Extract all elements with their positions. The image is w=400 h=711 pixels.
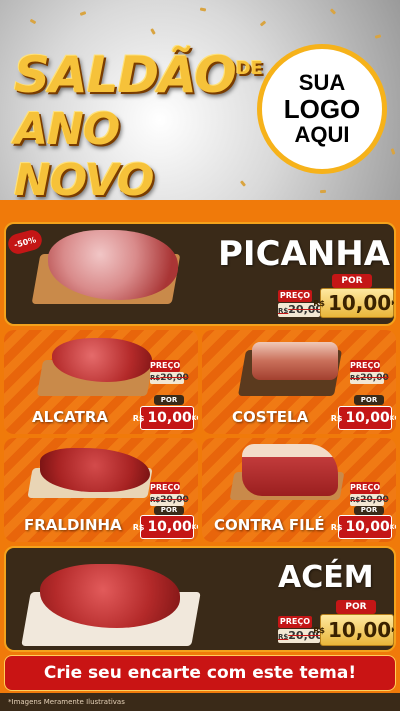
por-label: POR bbox=[332, 274, 372, 288]
product-name: ALCATRA bbox=[32, 408, 109, 426]
confetti-piece bbox=[79, 11, 87, 16]
logo-text-2: LOGO bbox=[283, 93, 361, 124]
product-card-acem: ACÉM PREÇO R$20,00 POR R$10,00KG bbox=[4, 546, 396, 652]
product-name: PICANHA bbox=[218, 234, 391, 274]
confetti-piece bbox=[329, 8, 337, 15]
logo-text-3: AQUI bbox=[294, 122, 350, 148]
confetti-piece bbox=[319, 189, 327, 194]
footer-note: *Imagens Meramente Ilustrativas bbox=[0, 693, 400, 711]
product-card-fraldinha: FRALDINHA PREÇO R$20,00 POR R$10,00KG bbox=[4, 438, 198, 542]
logo-text-1: SUA bbox=[298, 70, 346, 96]
por-label: POR bbox=[154, 506, 184, 515]
preco-label: PREÇO bbox=[350, 482, 381, 494]
confetti-piece bbox=[374, 34, 382, 39]
title-line-1: SALDÃO bbox=[14, 46, 237, 104]
contra-file-image bbox=[242, 444, 338, 496]
new-price: R$10,00KG bbox=[133, 406, 198, 430]
product-name: FRALDINHA bbox=[24, 516, 122, 534]
promo-title: SALDÃODE ANO NOVO bbox=[14, 46, 263, 200]
product-name: COSTELA bbox=[232, 408, 309, 426]
old-price: R$20,00 bbox=[150, 494, 189, 506]
preco-label: PREÇO bbox=[150, 360, 181, 372]
costela-image bbox=[252, 342, 338, 380]
preco-label: PREÇO bbox=[150, 482, 181, 494]
preco-label: PREÇO bbox=[278, 616, 312, 628]
old-price: R$20,00 bbox=[350, 494, 389, 506]
title-line-2: ANO NOVO bbox=[14, 104, 154, 200]
por-label: POR bbox=[354, 395, 384, 405]
title-de: DE bbox=[235, 58, 263, 79]
fraldinha-image bbox=[40, 448, 150, 492]
old-price: R$20,00 bbox=[350, 372, 389, 384]
por-label: POR bbox=[354, 506, 384, 515]
product-name: ACÉM bbox=[278, 560, 374, 595]
confetti-piece bbox=[390, 148, 396, 155]
logo-placeholder: SUA LOGO AQUI bbox=[257, 44, 387, 174]
product-card-costela: COSTELA PREÇO R$20,00 POR R$10,00KG bbox=[202, 330, 396, 434]
new-price: R$10,00KG bbox=[331, 406, 396, 430]
product-name: CONTRA FILÉ bbox=[214, 516, 325, 534]
preco-label: PREÇO bbox=[278, 290, 312, 302]
new-price: R$10,00KG bbox=[331, 515, 396, 539]
por-label: POR bbox=[154, 395, 184, 405]
confetti-piece bbox=[150, 28, 156, 35]
product-card-alcatra: ALCATRA PREÇO R$20,00 POR R$10,00KG bbox=[4, 330, 198, 434]
product-card-picanha: PICANHA PREÇO R$20,00 POR R$10,00KG bbox=[4, 222, 396, 326]
confetti-piece bbox=[239, 180, 247, 187]
product-card-contra-file: CONTRA FILÉ PREÇO R$20,00 POR R$10,00KG bbox=[202, 438, 396, 542]
new-price: R$10,00KG bbox=[313, 614, 394, 646]
preco-label: PREÇO bbox=[350, 360, 381, 372]
header-banner: SALDÃODE ANO NOVO SUA LOGO AQUI bbox=[0, 0, 400, 200]
old-price: R$20,00 bbox=[150, 372, 189, 384]
new-price: R$10,00KG bbox=[133, 515, 198, 539]
cta-button[interactable]: Crie seu encarte com este tema! bbox=[4, 655, 396, 691]
confetti-piece bbox=[259, 20, 267, 27]
confetti-piece bbox=[199, 7, 207, 12]
por-label: POR bbox=[336, 600, 376, 614]
confetti-piece bbox=[29, 18, 37, 25]
new-price: R$10,00KG bbox=[313, 288, 394, 318]
